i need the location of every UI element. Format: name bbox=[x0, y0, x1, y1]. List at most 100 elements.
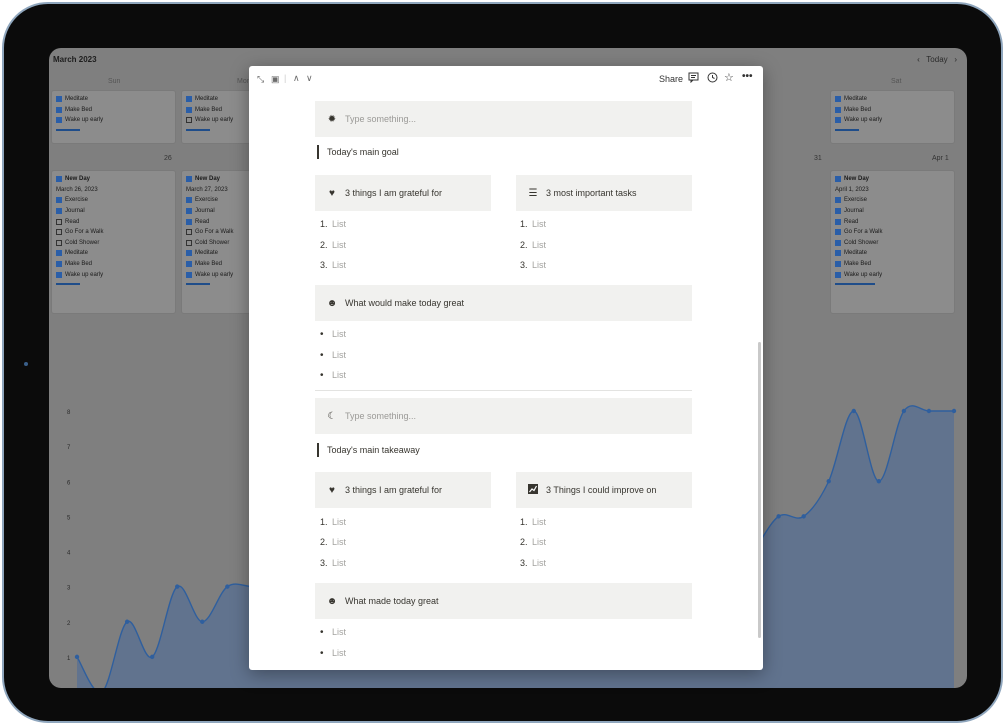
tasks-callout[interactable]: ☰ 3 most important tasks bbox=[516, 175, 692, 211]
scrollbar[interactable] bbox=[758, 342, 761, 638]
comment-icon[interactable] bbox=[688, 72, 699, 85]
bullet-item[interactable]: • List bbox=[320, 648, 346, 659]
smile-icon: ☻ bbox=[326, 297, 338, 309]
checkbox[interactable] bbox=[186, 106, 192, 113]
data-point[interactable] bbox=[876, 479, 882, 484]
habit-row: Go For a Walk bbox=[835, 227, 950, 238]
main-goal-quote[interactable]: Today's main goal bbox=[317, 145, 399, 159]
data-point[interactable] bbox=[851, 408, 856, 414]
list-item[interactable]: 2. List bbox=[520, 240, 546, 250]
more-icon[interactable]: ••• bbox=[742, 71, 753, 82]
bullet-item[interactable]: • List bbox=[320, 350, 346, 361]
list-item[interactable]: 2. List bbox=[320, 240, 346, 250]
checkbox[interactable] bbox=[56, 106, 62, 113]
calendar-card-mar-26[interactable]: New Day March 26, 2023 Exercise Journal … bbox=[51, 170, 176, 314]
data-point[interactable] bbox=[124, 619, 130, 624]
today-button[interactable]: Today bbox=[926, 55, 947, 64]
checkbox[interactable] bbox=[56, 208, 62, 215]
checkbox[interactable] bbox=[835, 271, 841, 278]
made-great-callout[interactable]: ☻ What made today great bbox=[315, 583, 692, 619]
checkbox[interactable] bbox=[186, 96, 192, 103]
list-item[interactable]: 3. List bbox=[520, 558, 546, 568]
y-tick-label: 1 bbox=[67, 656, 71, 662]
calendar-card-prev-mon[interactable]: Meditate Make Bed Wake up early bbox=[181, 90, 251, 144]
checkbox[interactable] bbox=[56, 96, 62, 103]
chevron-down-icon[interactable]: ∨ bbox=[306, 73, 313, 84]
checkbox[interactable] bbox=[835, 239, 841, 246]
share-button[interactable]: Share bbox=[659, 74, 683, 84]
data-point[interactable] bbox=[74, 654, 80, 660]
bullet-item[interactable]: • List bbox=[320, 627, 346, 638]
calendar-card-prev-sat[interactable]: Meditate Make Bed Wake up early bbox=[830, 90, 955, 144]
checkbox[interactable] bbox=[56, 197, 62, 204]
grateful-callout[interactable]: ♥ 3 things I am grateful for bbox=[315, 175, 491, 211]
list-item[interactable]: 1. List bbox=[520, 219, 546, 229]
great-callout[interactable]: ☻ What would make today great bbox=[315, 285, 692, 321]
checkbox[interactable] bbox=[56, 218, 62, 225]
data-point[interactable] bbox=[951, 408, 957, 414]
checkbox[interactable] bbox=[56, 229, 62, 236]
list-item[interactable]: 1. List bbox=[520, 517, 546, 527]
checkbox[interactable] bbox=[186, 218, 192, 225]
bullet-item[interactable]: • List bbox=[320, 370, 346, 381]
data-point[interactable] bbox=[826, 479, 831, 484]
data-point[interactable] bbox=[901, 408, 907, 414]
data-point[interactable] bbox=[926, 408, 932, 414]
checkbox[interactable] bbox=[835, 96, 841, 103]
list-item[interactable]: 3. List bbox=[320, 260, 346, 270]
list-item[interactable]: 3. List bbox=[320, 558, 346, 568]
list-item[interactable]: 1. List bbox=[320, 517, 346, 527]
checkbox[interactable] bbox=[186, 197, 192, 204]
list-item[interactable]: 2. List bbox=[320, 537, 346, 547]
checkbox[interactable] bbox=[835, 229, 841, 236]
improve-callout[interactable]: 3 Things I could improve on bbox=[516, 472, 692, 508]
evening-callout[interactable]: ☾ Type something... bbox=[315, 398, 692, 434]
calendar-card-mar-27[interactable]: New Day March 27, 2023 Exercise Journal … bbox=[181, 170, 251, 314]
list-item[interactable]: 2. List bbox=[520, 537, 546, 547]
card-date: March 26, 2023 bbox=[56, 186, 98, 193]
star-icon[interactable]: ☆ bbox=[724, 71, 734, 84]
data-point[interactable] bbox=[776, 514, 781, 519]
checkbox[interactable] bbox=[56, 117, 62, 124]
evening-grateful-callout[interactable]: ♥ 3 things I am grateful for bbox=[315, 472, 491, 508]
checkbox[interactable] bbox=[56, 271, 62, 278]
checkbox[interactable] bbox=[835, 106, 841, 113]
checkbox[interactable] bbox=[56, 250, 62, 257]
checkbox[interactable] bbox=[835, 208, 841, 215]
checkbox[interactable] bbox=[56, 239, 62, 246]
checkbox[interactable] bbox=[835, 117, 841, 124]
checkbox[interactable] bbox=[186, 239, 192, 246]
list-item[interactable]: 3. List bbox=[520, 260, 546, 270]
chart-icon bbox=[526, 483, 540, 497]
checkbox[interactable] bbox=[56, 261, 62, 268]
morning-callout[interactable]: ✹ Type something... bbox=[315, 101, 692, 137]
data-point[interactable] bbox=[225, 584, 230, 589]
prev-month-button[interactable]: ‹ bbox=[917, 55, 920, 64]
checkbox[interactable] bbox=[186, 208, 192, 215]
main-takeaway-quote[interactable]: Today's main takeaway bbox=[317, 443, 420, 457]
data-point[interactable] bbox=[149, 654, 155, 660]
next-month-button[interactable]: › bbox=[954, 55, 957, 64]
checkbox[interactable] bbox=[186, 117, 192, 124]
checkbox[interactable] bbox=[835, 197, 841, 204]
expand-icon[interactable]: ⤡ bbox=[257, 74, 264, 85]
checkbox[interactable] bbox=[835, 218, 841, 225]
list-item[interactable]: 1. List bbox=[320, 219, 346, 229]
checkbox[interactable] bbox=[186, 250, 192, 257]
checkbox[interactable] bbox=[835, 261, 841, 268]
calendar-card-apr-1[interactable]: New Day April 1, 2023 Exercise Journal R… bbox=[830, 170, 955, 314]
checkbox[interactable] bbox=[186, 229, 192, 236]
data-point[interactable] bbox=[200, 619, 205, 624]
calendar-card-prev-sun[interactable]: Meditate Make Bed Wake up early bbox=[51, 90, 176, 144]
y-tick-label: 7 bbox=[67, 445, 71, 451]
sidepeek-icon[interactable]: ▣ bbox=[271, 74, 280, 85]
bullet-item[interactable]: • List bbox=[320, 329, 346, 340]
chevron-up-icon[interactable]: ∧ bbox=[293, 73, 300, 84]
data-point[interactable] bbox=[175, 584, 180, 589]
checkbox[interactable] bbox=[186, 271, 192, 278]
checkbox[interactable] bbox=[835, 250, 841, 257]
data-point[interactable] bbox=[801, 514, 806, 519]
checkbox[interactable] bbox=[186, 261, 192, 268]
clock-icon[interactable] bbox=[707, 72, 718, 85]
y-tick-label: 2 bbox=[67, 621, 71, 627]
